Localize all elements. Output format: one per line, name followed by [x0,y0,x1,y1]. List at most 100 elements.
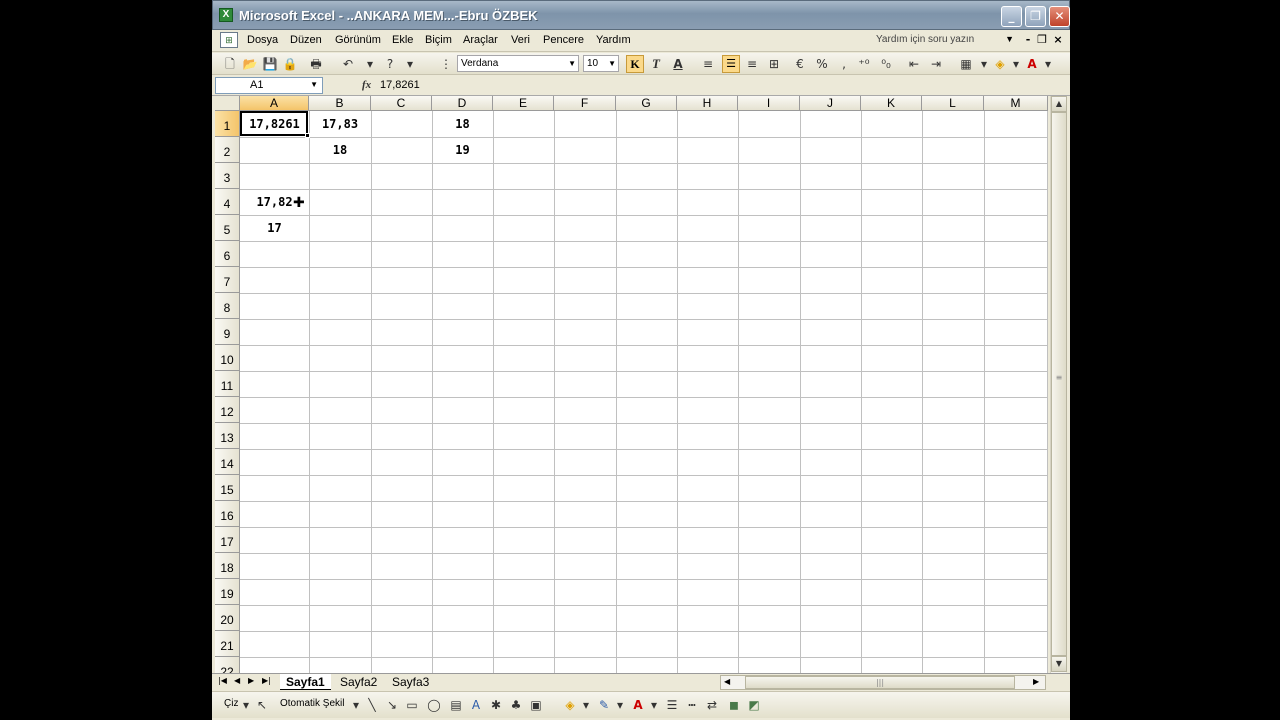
menu-pencere[interactable]: Pencere [543,34,584,46]
column-header-j[interactable]: J [800,96,861,111]
row-header-2[interactable]: 2 [215,137,240,163]
save-icon[interactable]: 💾 [262,56,278,72]
menu-ekle[interactable]: Ekle [392,34,413,46]
vertical-scrollbar[interactable]: ▲ ≡ ▼ [1050,96,1067,673]
row-header-15[interactable]: 15 [215,475,240,501]
row-header-18[interactable]: 18 [215,553,240,579]
cell-d1[interactable]: 18 [432,111,493,137]
chevron-down-icon[interactable]: ▾ [612,697,628,713]
fill-color-icon[interactable]: ◈ [562,697,578,713]
text-box-icon[interactable]: ▤ [448,697,464,713]
row-header-21[interactable]: 21 [215,631,240,657]
align-center-button[interactable]: ☰ [722,55,740,73]
row-header-11[interactable]: 11 [215,371,240,397]
increase-indent-icon[interactable]: ⇥ [928,56,944,72]
column-header-c[interactable]: C [371,96,432,111]
row-header-16[interactable]: 16 [215,501,240,527]
chevron-down-icon[interactable]: ▾ [578,697,594,713]
row-header-19[interactable]: 19 [215,579,240,605]
formula-input[interactable]: 17,8261 [380,79,420,91]
help-dropdown-icon[interactable]: ▾ [402,56,418,72]
chevron-down-icon[interactable]: ▼ [568,59,576,68]
insert-function-icon[interactable]: fx [362,79,371,91]
row-header-12[interactable]: 12 [215,397,240,423]
autoshapes-button[interactable]: Otomatik Şekil [280,698,344,709]
decrease-indent-icon[interactable]: ⇤ [906,56,922,72]
borders-dropdown-icon[interactable]: ▾ [976,56,992,72]
next-sheet-icon[interactable]: ▶ [248,676,254,685]
tab-sayfa1[interactable]: Sayfa1 [280,674,331,690]
column-header-m[interactable]: M [984,96,1048,111]
underline-button[interactable]: A [670,56,686,72]
clip-art-icon[interactable]: ♣ [508,697,524,713]
undo-icon[interactable]: ↶ [340,56,356,72]
row-header-10[interactable]: 10 [215,345,240,371]
bold-button[interactable]: K [626,55,644,73]
dash-style-icon[interactable]: ┅ [684,697,700,713]
chevron-down-icon[interactable]: ▾ [238,697,254,713]
fill-color-dropdown-icon[interactable]: ▾ [1008,56,1024,72]
font-name-select[interactable]: Verdana ▼ [457,55,579,72]
borders-icon[interactable]: ▦ [958,56,974,72]
font-size-select[interactable]: 10 ▼ [583,55,619,72]
undo-dropdown-icon[interactable]: ▾ [362,56,378,72]
menu-veri[interactable]: Veri [511,34,530,46]
arrow-icon[interactable]: ↘ [384,697,400,713]
row-header-1[interactable]: 1 [215,111,240,137]
chevron-down-icon[interactable]: ▼ [608,59,616,68]
cell-d2[interactable]: 19 [432,137,493,163]
arrow-style-icon[interactable]: ⇄ [704,697,720,713]
vertical-scroll-thumb[interactable]: ≡ [1051,112,1067,656]
cell-a5[interactable]: 17 [240,215,309,241]
fill-color-icon[interactable]: ◈ [992,56,1008,72]
scroll-left-icon[interactable]: ◀ [724,677,730,686]
row-header-8[interactable]: 8 [215,293,240,319]
rectangle-icon[interactable]: ▭ [404,697,420,713]
increase-decimal-icon[interactable]: ⁺⁰ [856,56,872,72]
font-color-icon[interactable]: A [630,697,646,713]
name-box[interactable]: A1 ▼ [215,77,323,94]
active-cell-selection[interactable] [240,111,310,138]
toolbar-handle-icon[interactable]: ⋮ [438,56,454,72]
fill-handle[interactable] [305,133,310,138]
row-header-13[interactable]: 13 [215,423,240,449]
row-header-20[interactable]: 20 [215,605,240,631]
font-color-dropdown-icon[interactable]: ▾ [1040,56,1056,72]
print-icon[interactable]: 🖶 [308,56,324,72]
percent-icon[interactable]: % [814,56,830,72]
permission-icon[interactable]: 🔒 [282,56,298,72]
menu-bicim[interactable]: Biçim [425,34,452,46]
row-header-22[interactable]: 22 [215,657,240,673]
line-style-icon[interactable]: ☰ [664,697,680,713]
workbook-icon[interactable]: ⊞ [220,32,238,48]
prev-sheet-icon[interactable]: ◀ [234,676,240,685]
last-sheet-icon[interactable]: ▶| [262,676,271,685]
worksheet-grid[interactable]: A B C D E F G H I J K L M 1 2 3 4 5 6 7 … [215,96,1048,673]
menu-yardim[interactable]: Yardım [596,34,631,46]
chevron-down-icon[interactable]: ▾ [646,697,662,713]
3d-style-icon[interactable]: ◩ [746,697,762,713]
close-button[interactable]: ✕ [1049,6,1070,27]
column-header-b[interactable]: B [309,96,371,111]
oval-icon[interactable]: ◯ [426,697,442,713]
menu-gorunum[interactable]: Görünüm [335,34,381,46]
row-header-14[interactable]: 14 [215,449,240,475]
menu-dosya[interactable]: Dosya [247,34,278,46]
shadow-style-icon[interactable]: ◼ [726,697,742,713]
cell-b1[interactable]: 17,83 [309,111,371,137]
align-left-icon[interactable]: ≡ [700,56,716,72]
wordart-icon[interactable]: A [468,697,484,713]
doc-minimize-button[interactable]: - [1022,33,1034,47]
row-header-7[interactable]: 7 [215,267,240,293]
first-sheet-icon[interactable]: |◀ [218,676,227,685]
horizontal-scrollbar[interactable]: ◀ ||| ▶ [720,675,1046,690]
row-header-5[interactable]: 5 [215,215,240,241]
picture-icon[interactable]: ▣ [528,697,544,713]
menu-araclar[interactable]: Araçlar [463,34,498,46]
column-header-d[interactable]: D [432,96,493,111]
column-header-i[interactable]: I [738,96,800,111]
tab-sayfa3[interactable]: Sayfa3 [386,674,435,690]
diagram-icon[interactable]: ✱ [488,697,504,713]
merge-center-icon[interactable]: ⊞ [766,56,782,72]
chevron-down-icon[interactable]: ▼ [1005,34,1014,44]
